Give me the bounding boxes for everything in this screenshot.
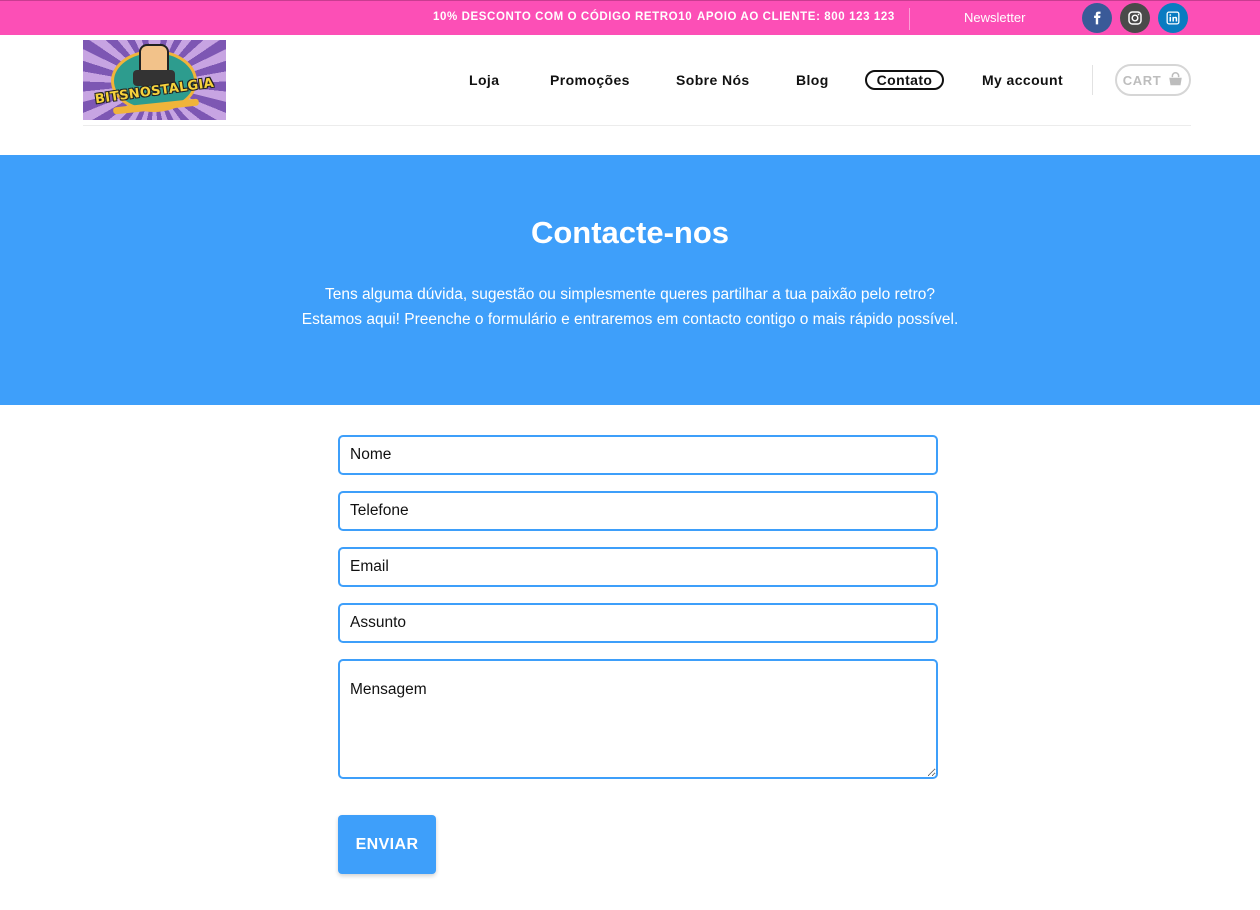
top-bar: 10% DESCONTO COM O CÓDIGO RETRO10 APOIO … xyxy=(0,0,1260,35)
site-header: BITSNOSTALGIA Loja Promoções Sobre Nós B… xyxy=(0,35,1260,155)
email-input[interactable] xyxy=(338,547,938,587)
bag-icon xyxy=(1168,71,1183,89)
cart-label: CART xyxy=(1122,72,1162,88)
site-logo[interactable]: BITSNOSTALGIA xyxy=(83,40,226,120)
instagram-icon[interactable] xyxy=(1120,3,1150,33)
page-title: Contacte-nos xyxy=(530,215,730,250)
linkedin-icon[interactable] xyxy=(1158,3,1188,33)
nav-blog[interactable]: Blog xyxy=(796,69,829,91)
nav-contato-active[interactable]: Contato xyxy=(865,70,944,90)
customer-support-text: APOIO AO CLIENTE: 800 123 123 xyxy=(697,11,895,23)
nav-promocoes[interactable]: Promoções xyxy=(550,69,630,91)
contact-hero: Contacte-nos Tens alguma dúvida, sugestã… xyxy=(0,155,1260,405)
hero-text-line-2: Estamos aqui! Preenche o formulário e en… xyxy=(301,311,959,328)
promo-code-text: 10% DESCONTO COM O CÓDIGO RETRO10 xyxy=(433,11,693,23)
facebook-icon[interactable] xyxy=(1082,3,1112,33)
hero-text-line-1: Tens alguma dúvida, sugestão ou simplesm… xyxy=(324,286,936,303)
message-textarea[interactable] xyxy=(338,659,938,779)
nav-loja[interactable]: Loja xyxy=(469,69,499,91)
newsletter-link[interactable]: Newsletter xyxy=(964,1,1025,35)
header-divider xyxy=(1092,65,1093,95)
cart-button[interactable]: CART xyxy=(1115,64,1191,96)
name-input[interactable] xyxy=(338,435,938,475)
topbar-divider xyxy=(909,8,910,30)
nav-my-account[interactable]: My account xyxy=(982,69,1063,91)
submit-button[interactable]: ENVIAR xyxy=(338,815,436,874)
nav-sobre-nos[interactable]: Sobre Nós xyxy=(676,69,750,91)
subject-input[interactable] xyxy=(338,603,938,643)
phone-input[interactable] xyxy=(338,491,938,531)
header-bottom-border xyxy=(83,125,1191,126)
